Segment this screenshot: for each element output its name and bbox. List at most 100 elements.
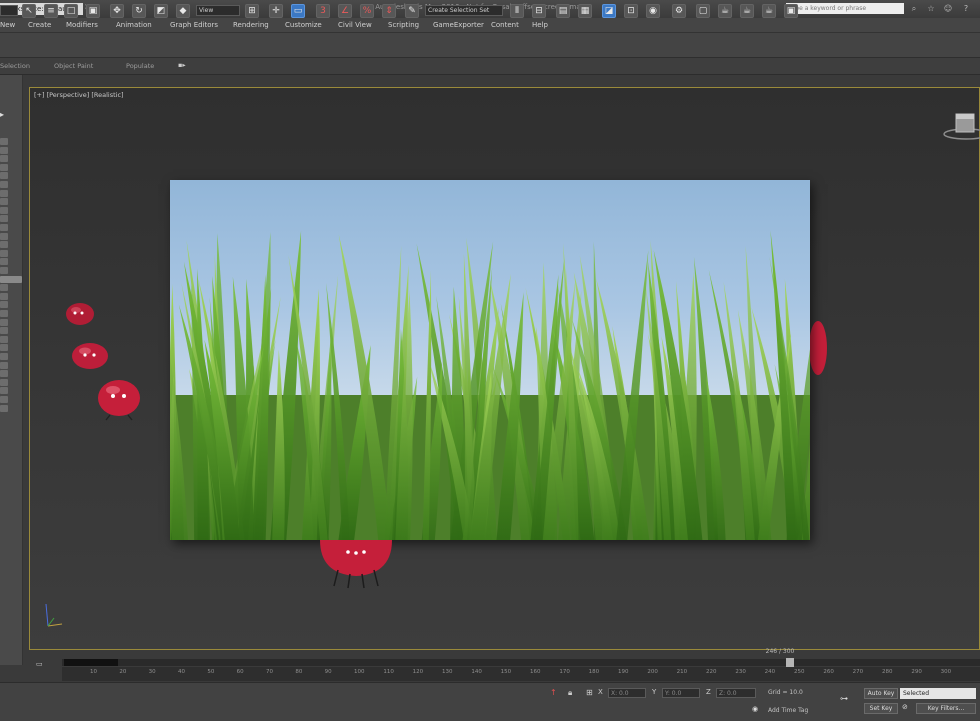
command-strip-button[interactable] [0,189,8,197]
command-strip-button[interactable] [0,387,8,395]
binoculars-icon[interactable]: ⌕ [908,3,920,15]
auto-key-button[interactable]: Auto Key [864,688,898,699]
a360-render-icon[interactable]: ▣ [784,4,798,18]
move-icon[interactable]: ✥ [110,4,124,18]
schematic-view-icon[interactable]: ⊡ [624,4,638,18]
command-strip-button[interactable] [0,310,8,317]
menu-create[interactable]: Create [28,21,51,29]
rendered-frame-window-icon[interactable]: ▢ [696,4,710,18]
bug-creature-4[interactable] [808,318,828,378]
viewport-label-menu[interactable]: [+] [Perspective] [Realistic] [34,91,124,99]
selection-filter-dropdown[interactable] [0,5,18,16]
key-filter-icon[interactable]: ⊘ [902,703,908,711]
render-iterative-icon[interactable]: ☕ [740,4,754,18]
placement-icon[interactable]: ◆ [176,4,190,18]
edit-named-selection-icon[interactable]: ✎ [405,4,419,18]
user-icon[interactable]: ☺ [942,3,954,15]
select-by-name-icon[interactable]: ≡ [44,4,58,18]
command-strip-button[interactable] [0,353,8,360]
menu-help[interactable]: Help [532,21,548,29]
track-bar-ruler[interactable] [62,667,980,681]
command-strip-button[interactable] [0,155,8,163]
set-key-button[interactable]: Set Key [864,703,898,714]
menu-content[interactable]: Content [491,21,519,29]
menu-rendering[interactable]: Rendering [233,21,269,29]
bug-creature-5[interactable] [316,540,396,592]
command-strip-button[interactable] [0,232,8,240]
help-icon[interactable]: ? [960,3,972,15]
search-input[interactable]: Type a keyword or phrase [786,3,904,14]
time-slider-track[interactable] [62,659,980,666]
activeshade-icon[interactable]: ☕ [762,4,776,18]
ribbon-tab-selection[interactable]: Selection [0,62,30,70]
toggle-ribbon-icon[interactable]: ▦ [578,4,592,18]
curve-editor-icon[interactable]: ◪ [602,4,616,18]
snaps-toggle-icon[interactable]: 3 [316,4,330,18]
menu-modifiers[interactable]: Modifiers [66,21,98,29]
command-strip-button[interactable] [0,275,22,283]
add-time-tag-button[interactable]: Add Time Tag [768,707,808,714]
ribbon-tab-populate[interactable]: Populate [126,62,154,70]
command-strip-button[interactable] [0,327,8,335]
z-coordinate-field[interactable]: Z: 0.0 [716,688,756,698]
mini-curve-toggle-icon[interactable]: ▭ [36,660,48,668]
command-strip-button[interactable] [0,224,8,231]
menu-scripting[interactable]: Scripting [388,21,419,29]
render-setup-icon[interactable]: ⚙ [672,4,686,18]
bug-creature-3[interactable] [94,375,144,421]
command-strip-button[interactable] [0,318,8,326]
render-production-icon[interactable]: ☕ [718,4,732,18]
menu-graph-editors[interactable]: Graph Editors [170,21,218,29]
menu-new[interactable]: New [0,21,15,29]
material-editor-icon[interactable]: ◉ [646,4,660,18]
key-mode-icon[interactable]: ↑ [550,688,557,697]
mirror-icon[interactable]: ⫴ [510,4,524,18]
command-strip-button[interactable] [0,258,8,266]
pivot-center-icon[interactable]: ⊞ [245,4,259,18]
command-strip-button[interactable] [0,138,8,145]
command-strip-button[interactable] [0,215,8,223]
scale-icon[interactable]: ◩ [154,4,168,18]
command-strip-button[interactable] [0,163,8,171]
bug-creature-2[interactable] [68,338,112,374]
bug-creature-1[interactable] [62,298,98,330]
command-strip-button[interactable] [0,292,8,300]
select-manipulate-icon[interactable]: ✛ [269,4,283,18]
spinner-snap-icon[interactable]: ⇕ [382,4,396,18]
menu-animation[interactable]: Animation [116,21,152,29]
command-strip-button[interactable] [0,404,8,412]
angle-snap-icon[interactable]: ∠ [338,4,352,18]
menu-customize[interactable]: Customize [285,21,322,29]
key-filters-button[interactable]: Key Filters... [916,703,976,714]
region-select-icon[interactable]: □ [64,4,78,18]
command-strip-button[interactable] [0,335,8,343]
time-tag-icon[interactable]: ◉ [752,705,758,713]
menu-civil-view[interactable]: Civil View [338,21,372,29]
reference-coord-dropdown[interactable]: View [196,5,240,16]
viewcube-icon[interactable] [942,110,980,144]
named-selection-set-dropdown[interactable]: Create Selection Set [425,5,503,16]
select-object-icon[interactable]: ↖ [22,4,36,18]
keyboard-shortcut-override-icon[interactable]: ▭ [291,4,305,18]
command-strip-button[interactable] [0,206,8,214]
ribbon-toggle-icon[interactable]: ▪▸ [178,61,186,69]
lock-selection-icon[interactable]: 🔒︎ [568,688,572,698]
layer-explorer-icon[interactable]: ▤ [556,4,570,18]
grass-render-plane[interactable] [170,180,810,540]
command-strip-button[interactable] [0,181,8,188]
command-strip-button[interactable] [0,370,8,378]
command-strip-button[interactable] [0,378,8,386]
command-strip-button[interactable] [0,249,8,257]
key-selection-dropdown[interactable]: Selected [900,688,976,699]
command-strip-button[interactable] [0,361,8,369]
command-strip-button[interactable] [0,146,8,154]
menu-gameexporter[interactable]: GameExporter [433,21,484,29]
command-strip-button[interactable] [0,301,8,309]
command-strip-button[interactable] [0,284,8,292]
align-icon[interactable]: ⊟ [532,4,546,18]
x-coordinate-field[interactable]: X: 0.0 [608,688,646,698]
command-strip-button[interactable] [0,198,8,206]
window-crossing-icon[interactable]: ▣ [86,4,100,18]
command-strip-button[interactable] [0,241,8,249]
command-strip-button[interactable] [0,267,8,274]
